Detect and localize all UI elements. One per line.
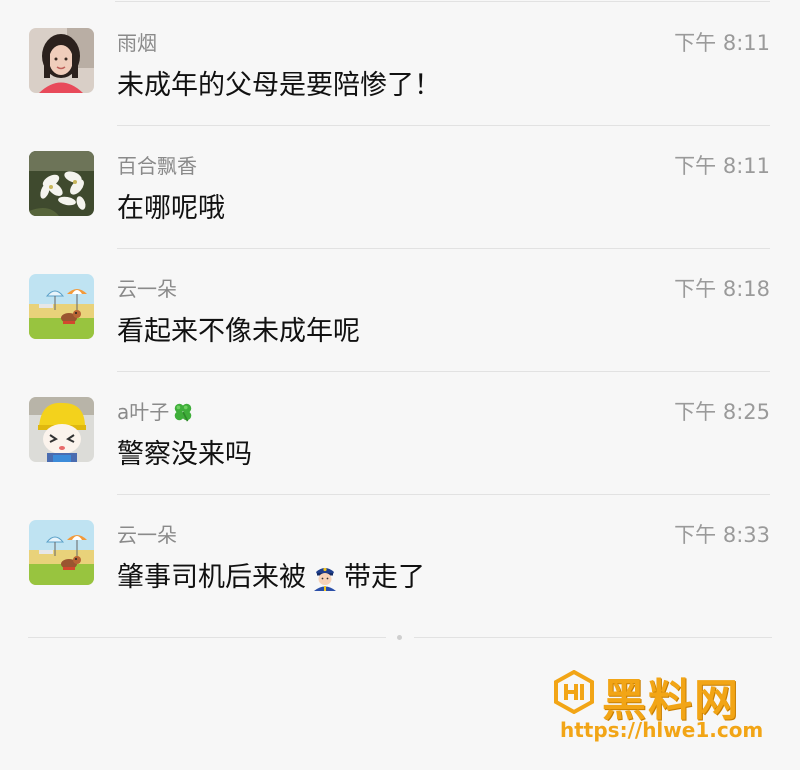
message-text: 肇事司机后来被 带走了	[117, 562, 425, 593]
message-item[interactable]: 雨烟 下午 8:11 未成年的父母是要陪惨了！	[0, 3, 800, 126]
divider	[28, 637, 386, 638]
message-timestamp: 下午 8:25	[674, 400, 770, 424]
message-item[interactable]: a叶子 下午 8:25 警察没来吗	[0, 372, 800, 495]
message-timestamp: 下午 8:11	[674, 31, 770, 55]
watermark-logo-icon	[554, 670, 594, 714]
sender-name[interactable]: 雨烟	[117, 27, 157, 56]
avatar[interactable]	[29, 520, 94, 585]
chat-screen: 雨烟 下午 8:11 未成年的父母是要陪惨了！ 百合飘香 下午 8:11 在哪呢…	[0, 0, 800, 770]
police-officer-icon	[314, 567, 336, 591]
avatar[interactable]	[29, 274, 94, 339]
message-text: 在哪呢哦	[117, 193, 225, 224]
end-dot-icon	[397, 635, 402, 640]
beach-cartoon-avatar-icon	[29, 274, 94, 339]
watermark: 黑料网 https://hlwe1.com	[552, 668, 772, 748]
message-list[interactable]: 雨烟 下午 8:11 未成年的父母是要陪惨了！ 百合飘香 下午 8:11 在哪呢…	[0, 3, 800, 618]
yellow-helmet-cartoon-avatar-icon	[29, 397, 94, 462]
message-item[interactable]: 百合飘香 下午 8:11 在哪呢哦	[0, 126, 800, 249]
lily-flowers-avatar-icon	[29, 151, 94, 216]
list-end-indicator	[28, 635, 772, 640]
sender-name[interactable]: a叶子	[117, 396, 194, 425]
avatar[interactable]	[29, 151, 94, 216]
message-text: 看起来不像未成年呢	[117, 316, 360, 347]
message-text: 未成年的父母是要陪惨了！	[117, 70, 441, 101]
divider	[414, 637, 772, 638]
message-item[interactable]: 云一朵 下午 8:18 看起来不像未成年呢	[0, 249, 800, 372]
message-timestamp: 下午 8:18	[674, 277, 770, 301]
avatar[interactable]	[29, 397, 94, 462]
watermark-url: https://hlwe1.com	[560, 718, 764, 742]
woman-photo-avatar-icon	[29, 28, 94, 93]
avatar[interactable]	[29, 28, 94, 93]
message-item[interactable]: 云一朵 下午 8:33 肇事司机后来被 带走了	[0, 495, 800, 618]
sender-name[interactable]: 百合飘香	[117, 150, 197, 179]
message-text: 警察没来吗	[117, 439, 252, 470]
beach-cartoon-avatar-icon	[29, 520, 94, 585]
message-timestamp: 下午 8:11	[674, 154, 770, 178]
divider	[115, 1, 770, 2]
sender-name[interactable]: 云一朵	[117, 273, 177, 302]
sender-name[interactable]: 云一朵	[117, 519, 177, 548]
message-timestamp: 下午 8:33	[674, 523, 770, 547]
four-leaf-clover-icon	[175, 403, 192, 422]
